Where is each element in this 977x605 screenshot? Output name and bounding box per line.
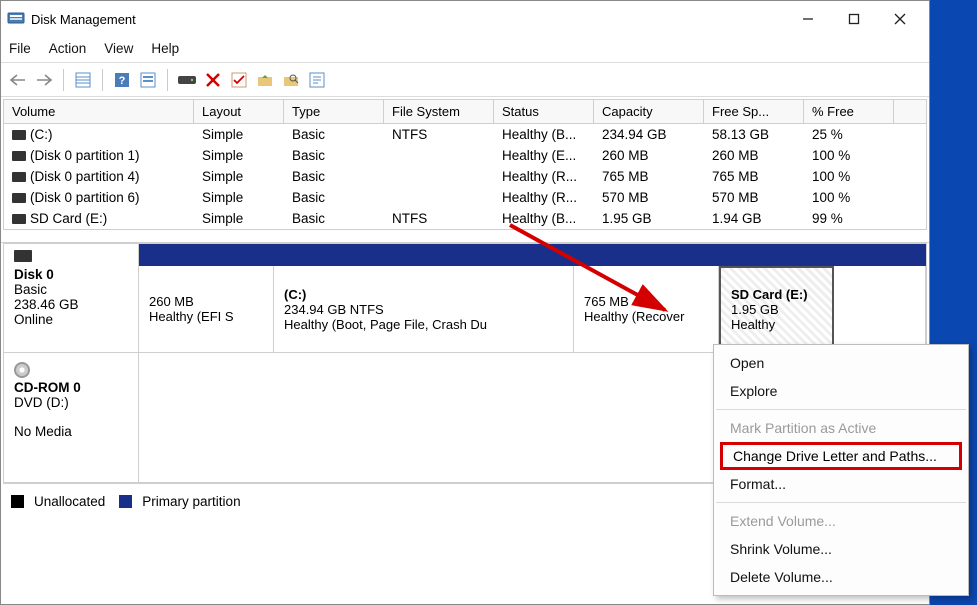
context-menu: Open Explore Mark Partition as Active Ch… [713, 344, 969, 596]
menu-bar: File Action View Help [1, 37, 929, 63]
settings-list-icon[interactable] [137, 69, 159, 91]
window-title: Disk Management [31, 12, 785, 27]
app-icon [7, 10, 25, 28]
partition[interactable]: (C:)234.94 GB NTFSHealthy (Boot, Page Fi… [274, 266, 574, 352]
cm-open[interactable]: Open [714, 349, 968, 377]
back-icon[interactable] [7, 69, 29, 91]
volume-table: Volume Layout Type File System Status Ca… [3, 99, 927, 230]
close-button[interactable] [877, 4, 923, 34]
cm-explore[interactable]: Explore [714, 377, 968, 405]
legend-unallocated-swatch [11, 495, 24, 508]
cm-change-letter[interactable]: Change Drive Letter and Paths... [720, 442, 962, 470]
maximize-button[interactable] [831, 4, 877, 34]
disk-icon [14, 250, 32, 262]
col-fs[interactable]: File System [384, 100, 494, 123]
volume-icon [12, 172, 26, 182]
col-volume[interactable]: Volume [4, 100, 194, 123]
minimize-button[interactable] [785, 4, 831, 34]
volume-icon [12, 193, 26, 203]
forward-icon[interactable] [33, 69, 55, 91]
partition[interactable]: SD Card (E:)1.95 GBHealthy [719, 266, 834, 352]
cdrom-label[interactable]: CD-ROM 0 DVD (D:) No Media [4, 353, 139, 482]
check-icon[interactable] [228, 69, 250, 91]
menu-help[interactable]: Help [151, 41, 179, 56]
partition[interactable] [834, 266, 926, 352]
partition[interactable]: 260 MBHealthy (EFI S [139, 266, 274, 352]
volume-icon [12, 214, 26, 224]
disk-0-label[interactable]: Disk 0 Basic 238.46 GB Online [4, 244, 139, 352]
table-header: Volume Layout Type File System Status Ca… [4, 100, 926, 124]
legend-primary: Primary partition [142, 494, 240, 509]
delete-icon[interactable] [202, 69, 224, 91]
cd-icon [14, 362, 30, 378]
col-capacity[interactable]: Capacity [594, 100, 704, 123]
legend-primary-swatch [119, 495, 132, 508]
cm-shrink[interactable]: Shrink Volume... [714, 535, 968, 563]
cm-extend: Extend Volume... [714, 507, 968, 535]
col-type[interactable]: Type [284, 100, 384, 123]
toolbar: ? [1, 63, 929, 97]
cm-format[interactable]: Format... [714, 470, 968, 498]
table-row[interactable]: (C:)SimpleBasicNTFSHealthy (B...234.94 G… [4, 124, 926, 145]
svg-text:?: ? [119, 75, 126, 87]
help-icon[interactable]: ? [111, 69, 133, 91]
volume-icon [12, 130, 26, 140]
disk-0-topbar [139, 244, 926, 266]
col-layout[interactable]: Layout [194, 100, 284, 123]
menu-action[interactable]: Action [49, 41, 87, 56]
folder-up-icon[interactable] [254, 69, 276, 91]
col-free[interactable]: Free Sp... [704, 100, 804, 123]
volume-icon [12, 151, 26, 161]
cm-delete[interactable]: Delete Volume... [714, 563, 968, 591]
table-row[interactable]: (Disk 0 partition 6)SimpleBasicHealthy (… [4, 187, 926, 208]
table-row[interactable]: (Disk 0 partition 4)SimpleBasicHealthy (… [4, 166, 926, 187]
col-pct[interactable]: % Free [804, 100, 894, 123]
table-row[interactable]: SD Card (E:)SimpleBasicNTFSHealthy (B...… [4, 208, 926, 229]
disk-0-row: Disk 0 Basic 238.46 GB Online 260 MBHeal… [3, 243, 927, 353]
legend-unallocated: Unallocated [34, 494, 105, 509]
title-bar: Disk Management [1, 1, 929, 37]
drive-icon[interactable] [176, 69, 198, 91]
col-status[interactable]: Status [494, 100, 594, 123]
properties-icon[interactable] [306, 69, 328, 91]
cm-mark-active: Mark Partition as Active [714, 414, 968, 442]
partition[interactable]: 765 MBHealthy (Recover [574, 266, 719, 352]
table-row[interactable]: (Disk 0 partition 1)SimpleBasicHealthy (… [4, 145, 926, 166]
search-icon[interactable] [280, 69, 302, 91]
menu-view[interactable]: View [104, 41, 133, 56]
refresh-list-icon[interactable] [72, 69, 94, 91]
menu-file[interactable]: File [9, 41, 31, 56]
